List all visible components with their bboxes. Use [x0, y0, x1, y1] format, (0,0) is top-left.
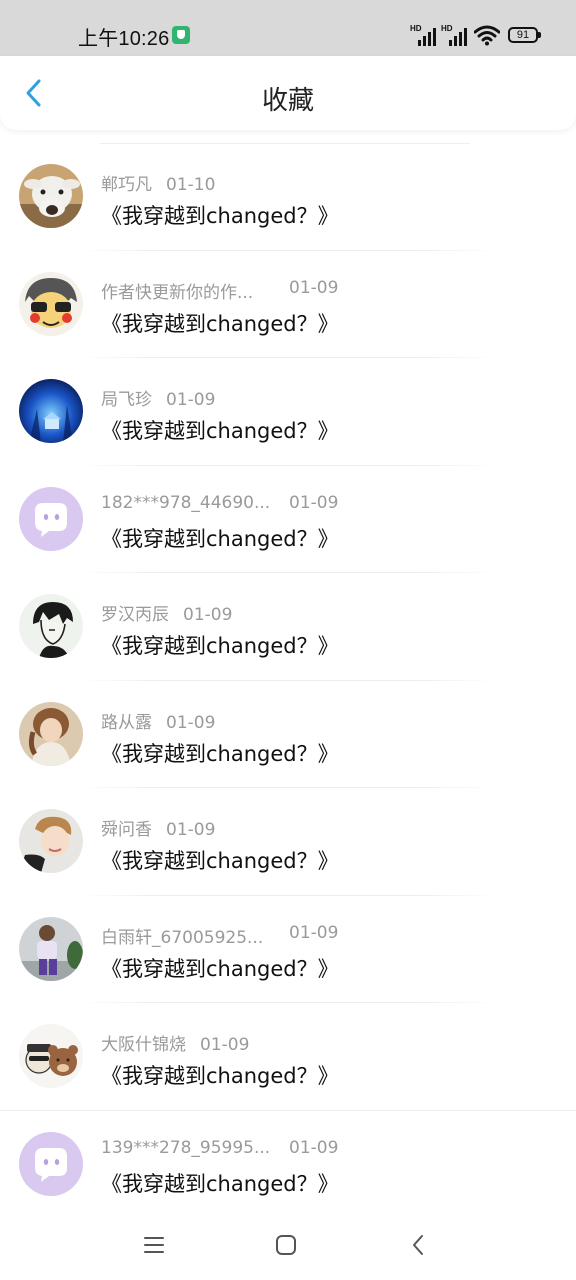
item-meta: 作者快更新你的作... 01-09	[101, 278, 338, 303]
item-date: 01-09	[166, 712, 216, 733]
item-date: 01-09	[289, 277, 339, 298]
list-item[interactable]: 郸巧凡 01-10 《我穿越到changed？》	[0, 143, 576, 251]
item-name: 作者快更新你的作...	[101, 282, 254, 303]
item-date: 01-09	[289, 492, 339, 513]
avatar-bears-cartoon[interactable]	[19, 1024, 83, 1088]
item-meta: 大阪什锦烧 01-09	[101, 1030, 249, 1055]
item-meta: 局飞珍 01-09	[101, 385, 215, 410]
home-square-icon	[276, 1235, 296, 1255]
menu-button[interactable]	[139, 1230, 169, 1260]
back-triangle-icon	[413, 1235, 423, 1255]
list-item[interactable]: 182***978_44690... 01-09 《我穿越到changed？》	[0, 466, 576, 573]
item-date: 01-09	[166, 390, 216, 410]
item-message: 《我穿越到changed？》	[101, 526, 339, 551]
avatar-child-photo[interactable]	[19, 809, 83, 873]
item-message: 《我穿越到changed？》	[101, 204, 339, 228]
item-message: 《我穿越到changed？》	[101, 419, 339, 443]
item-name: 局飞珍	[101, 390, 152, 410]
item-meta: 舜问香 01-09	[101, 815, 215, 840]
top-app-bar: 收藏	[0, 56, 576, 130]
item-name: 郸巧凡	[101, 175, 152, 195]
system-back-button[interactable]	[403, 1230, 433, 1260]
avatar-cartoon-face[interactable]	[19, 271, 83, 336]
menu-icon	[144, 1237, 164, 1253]
item-meta: 139***278_95995... 01-09	[101, 1137, 338, 1158]
wifi-icon	[474, 25, 500, 46]
battery-indicator: 91	[508, 27, 541, 43]
item-meta: 罗汉丙辰 01-09	[101, 600, 232, 625]
list-item[interactable]: 139***278_95995... 01-09 《我穿越到changed？》	[0, 1111, 576, 1219]
section-separator	[0, 1110, 576, 1111]
avatar-doll-photo[interactable]	[19, 701, 83, 766]
item-meta: 郸巧凡 01-10	[101, 170, 215, 195]
item-message: 《我穿越到changed？》	[101, 741, 339, 766]
item-date: 01-09	[289, 922, 339, 943]
item-name: 大阪什锦烧	[101, 1035, 186, 1055]
list-item[interactable]: 作者快更新你的作... 01-09 《我穿越到changed？》	[0, 251, 576, 358]
signal-strength-icon: HD	[410, 24, 438, 46]
avatar-goat[interactable]	[19, 164, 83, 228]
item-name: 182***978_44690...	[101, 492, 271, 513]
status-time: 上午10:26	[78, 28, 170, 50]
security-shield-icon	[172, 26, 190, 44]
avatar-boy-photo[interactable]	[19, 916, 83, 981]
item-name: 白雨轩_67005925...	[101, 927, 264, 948]
page-title: 收藏	[261, 86, 314, 116]
item-meta: 182***978_44690... 01-09	[101, 492, 338, 513]
list-item[interactable]: 舜问香 01-09 《我穿越到changed？》	[0, 788, 576, 896]
list-item[interactable]: 大阪什锦烧 01-09 《我穿越到changed？》	[0, 1003, 576, 1111]
avatar-anime-sketch[interactable]	[19, 594, 83, 658]
list-item[interactable]: 局飞珍 01-09 《我穿越到changed？》	[0, 358, 576, 466]
signal-strength-icon-2: HD	[441, 24, 469, 46]
item-date: 01-09	[183, 605, 233, 625]
hd-label-2: HD	[441, 24, 453, 33]
list-item[interactable]: 白雨轩_67005925... 01-09 《我穿越到changed？》	[0, 896, 576, 1003]
item-name: 139***278_95995...	[101, 1137, 271, 1158]
item-meta: 白雨轩_67005925... 01-09	[101, 923, 338, 948]
item-meta: 路从露 01-09	[101, 708, 215, 733]
item-name: 路从露	[101, 712, 152, 733]
item-date: 01-10	[166, 175, 216, 195]
system-nav-bar	[0, 1208, 576, 1280]
list-item[interactable]: 罗汉丙辰 01-09 《我穿越到changed？》	[0, 573, 576, 681]
avatar-default[interactable]	[19, 1131, 83, 1196]
item-message: 《我穿越到changed？》	[101, 1064, 339, 1088]
item-name: 舜问香	[101, 820, 152, 840]
status-bar: 上午10:26 HD HD 91	[0, 0, 576, 56]
avatar-default[interactable]	[19, 486, 83, 551]
item-date: 01-09	[289, 1137, 339, 1158]
item-message: 《我穿越到changed？》	[101, 956, 339, 981]
item-message: 《我穿越到changed？》	[101, 634, 339, 658]
item-message: 《我穿越到changed？》	[101, 1171, 339, 1196]
item-date: 01-09	[166, 820, 216, 840]
item-message: 《我穿越到changed？》	[101, 311, 339, 336]
hd-label: HD	[410, 24, 422, 33]
home-button[interactable]	[271, 1230, 301, 1260]
favorites-list: 郸巧凡 01-10 《我穿越到changed？》 作者快更新你的作... 01-09…	[0, 143, 576, 1218]
item-name: 罗汉丙辰	[101, 605, 169, 625]
avatar-blue-scene[interactable]	[19, 379, 83, 443]
item-message: 《我穿越到changed？》	[101, 849, 339, 873]
item-date: 01-09	[200, 1035, 250, 1055]
list-item[interactable]: 路从露 01-09 《我穿越到changed？》	[0, 681, 576, 788]
